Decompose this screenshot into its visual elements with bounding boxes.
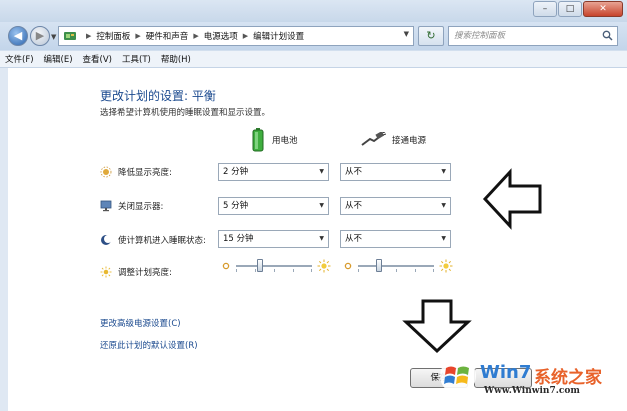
turn-off-display-battery-value: 5 分钟: [223, 201, 249, 211]
column-header-battery: 用电池: [252, 128, 298, 152]
menu-file[interactable]: 文件(F): [5, 53, 34, 65]
breadcrumb-control-panel[interactable]: 控制面板: [96, 30, 130, 42]
setting-row-dim-display: 降低显示亮度:: [100, 166, 172, 178]
sleep-plugged-value: 从不: [345, 234, 363, 244]
restore-defaults-link[interactable]: 还原此计划的默认设置(R): [100, 339, 198, 351]
watermark-url: Www.Winwin7.com: [484, 386, 580, 396]
breadcrumb-separator-icon: ▶: [193, 32, 199, 40]
dim-display-plugged-select[interactable]: 从不: [340, 163, 451, 181]
page-title: 更改计划的设置: 平衡: [100, 89, 216, 103]
sleep-plugged-select[interactable]: 从不: [340, 230, 451, 248]
breadcrumb-power-options[interactable]: 电源选项: [204, 30, 238, 42]
address-dropdown-icon[interactable]: ▼: [404, 30, 409, 38]
control-panel-icon: [64, 32, 76, 40]
slider-track: [358, 265, 434, 267]
window-controls: – □ ✕: [532, 1, 623, 17]
column-header-plugged: 接通电源: [360, 132, 426, 148]
sleep-battery-value: 15 分钟: [223, 234, 254, 244]
turn-off-display-plugged-select[interactable]: 从不: [340, 197, 451, 215]
dim-display-battery-select[interactable]: 2 分钟: [218, 163, 329, 181]
advanced-settings-link[interactable]: 更改高级电源设置(C): [100, 317, 181, 329]
power-plug-icon: [361, 132, 386, 146]
battery-brightness-slider[interactable]: [236, 259, 312, 273]
recent-pages-dropdown-icon[interactable]: ▼: [51, 33, 56, 41]
battery-brightness-thumb[interactable]: [257, 259, 263, 272]
breadcrumb-separator-icon: ▶: [135, 32, 141, 40]
search-icon[interactable]: [602, 30, 613, 41]
battery-icon: [252, 128, 264, 152]
maximize-button[interactable]: □: [558, 1, 582, 17]
brightness-high-icon: [317, 259, 331, 273]
slider-tick: [415, 269, 416, 272]
slider-tick: [358, 269, 359, 272]
setting-row-turn-off-display: 关闭显示器:: [100, 200, 163, 212]
slider-tick: [433, 269, 434, 272]
sleep-label: 使计算机进入睡眠状态:: [118, 236, 206, 246]
brightness-low-icon: [344, 262, 352, 270]
brightness-sun-icon: [100, 266, 112, 278]
site-watermark: Win7 系统之家 Www.Winwin7.com: [438, 356, 627, 411]
dim-display-battery-value: 2 分钟: [223, 167, 249, 177]
plugged-column-label: 接通电源: [392, 136, 427, 146]
breadcrumb-hardware-sound[interactable]: 硬件和声音: [146, 30, 189, 42]
close-button[interactable]: ✕: [583, 1, 623, 17]
minimize-button[interactable]: –: [533, 1, 557, 17]
slider-tick: [236, 269, 237, 272]
down-arrow-annotation-icon: [402, 299, 472, 354]
slider-tick: [293, 269, 294, 272]
sleep-moon-icon: [101, 235, 112, 245]
brightness-low-icon: [222, 262, 230, 270]
brightness-label: 调整计划亮度:: [118, 268, 172, 278]
slider-tick: [396, 269, 397, 272]
menu-tools[interactable]: 工具(T): [122, 53, 151, 65]
menu-help[interactable]: 帮助(H): [161, 53, 191, 65]
left-arrow-annotation-icon: [482, 168, 542, 230]
search-input[interactable]: 搜索控制面板: [448, 26, 618, 46]
brightness-high-icon: [439, 259, 453, 273]
slider-tick: [255, 269, 256, 272]
plugged-brightness-thumb[interactable]: [376, 259, 382, 272]
title-bar: – □ ✕: [0, 0, 627, 22]
dim-display-plugged-value: 从不: [345, 167, 363, 177]
navigation-bar: ◀ ▶ ▼ ▶ 控制面板 ▶ 硬件和声音 ▶ 电源选项 ▶ 编辑计划设置 ▼ ↻…: [0, 22, 627, 50]
slider-track: [236, 265, 312, 267]
breadcrumb-separator-icon: ▶: [242, 32, 249, 40]
battery-column-label: 用电池: [272, 136, 298, 146]
menu-view[interactable]: 查看(V): [83, 53, 112, 65]
monitor-icon: [100, 200, 112, 212]
watermark-title: 系统之家: [534, 368, 602, 388]
slider-tick: [274, 269, 275, 272]
setting-row-sleep: 使计算机进入睡眠状态:: [100, 234, 206, 246]
dim-display-icon: [100, 166, 112, 178]
back-button[interactable]: ◀: [8, 26, 28, 46]
dim-display-label: 降低显示亮度:: [118, 168, 172, 178]
address-bar[interactable]: ▶ 控制面板 ▶ 硬件和声音 ▶ 电源选项 ▶ 编辑计划设置 ▼: [58, 26, 414, 46]
watermark-brand: Win7: [480, 362, 532, 383]
turn-off-display-battery-select[interactable]: 5 分钟: [218, 197, 329, 215]
page-subtitle: 选择希望计算机使用的睡眠设置和显示设置。: [100, 108, 271, 118]
search-placeholder: 搜索控制面板: [454, 31, 506, 41]
menu-edit[interactable]: 编辑(E): [44, 53, 73, 65]
breadcrumb-edit-plan[interactable]: 编辑计划设置: [253, 30, 304, 42]
plugged-brightness-slider[interactable]: [358, 259, 434, 273]
menu-bar: 文件(F) 编辑(E) 查看(V) 工具(T) 帮助(H): [0, 50, 627, 68]
forward-button[interactable]: ▶: [30, 26, 50, 46]
refresh-button[interactable]: ↻: [418, 26, 444, 46]
windows-logo-icon: [440, 358, 476, 394]
sleep-battery-select[interactable]: 15 分钟: [218, 230, 329, 248]
setting-row-brightness: 调整计划亮度:: [100, 266, 172, 278]
slider-tick: [311, 269, 312, 272]
turn-off-display-label: 关闭显示器:: [118, 202, 164, 212]
turn-off-display-plugged-value: 从不: [345, 201, 363, 211]
breadcrumb-separator-icon: ▶: [86, 32, 92, 40]
